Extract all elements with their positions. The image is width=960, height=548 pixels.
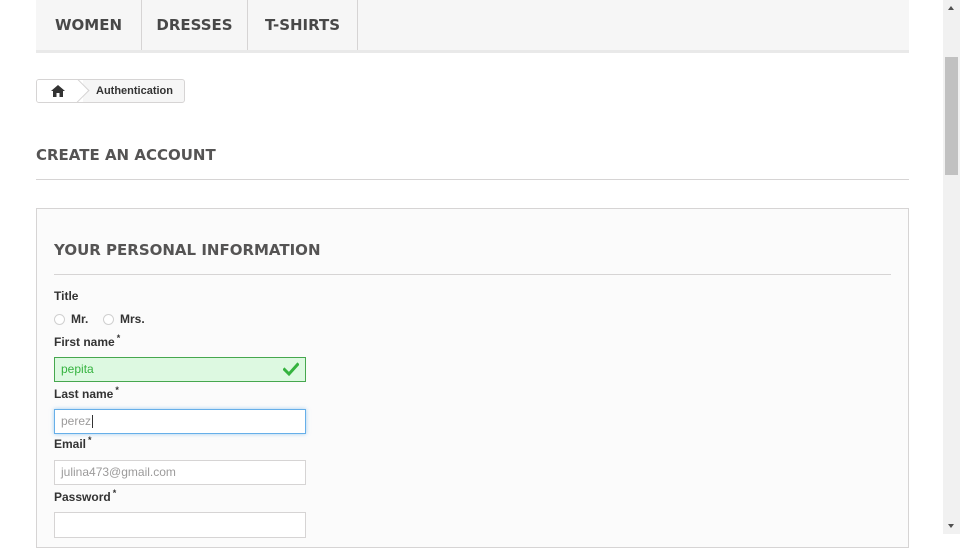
section-title: YOUR PERSONAL INFORMATION: [54, 241, 321, 259]
heading-divider: [36, 179, 909, 180]
scroll-thumb[interactable]: [945, 57, 958, 175]
breadcrumb-current: Authentication: [96, 85, 173, 97]
check-icon: [283, 362, 299, 377]
home-icon: [51, 85, 65, 97]
required-marker: *: [115, 385, 119, 395]
last-name-label: Last name *: [54, 385, 119, 401]
last-name-input[interactable]: perez: [54, 409, 306, 434]
first-name-input[interactable]: pepita: [54, 357, 306, 382]
email-label-text: Email: [54, 437, 87, 451]
section-divider: [54, 274, 891, 275]
scroll-up-arrow-icon[interactable]: [943, 0, 960, 17]
email-input[interactable]: julina473@gmail.com: [54, 460, 306, 485]
personal-info-form: YOUR PERSONAL INFORMATION Title Mr. Mrs.…: [36, 208, 909, 548]
required-marker: *: [116, 333, 121, 343]
first-name-value: pepita: [61, 362, 94, 376]
password-input[interactable]: [54, 512, 306, 538]
nav-women[interactable]: WOMEN: [36, 0, 142, 50]
required-marker: *: [88, 435, 92, 445]
password-label: Password *: [54, 488, 117, 504]
nav-tshirts[interactable]: T-SHIRTS: [248, 0, 358, 50]
required-marker: *: [112, 488, 117, 498]
top-nav: WOMEN DRESSES T-SHIRTS: [36, 0, 909, 53]
scrollbar[interactable]: [943, 0, 960, 534]
title-mrs-radio[interactable]: [103, 314, 114, 325]
last-name-label-text: Last name: [54, 387, 114, 401]
first-name-label-text: First name: [54, 335, 115, 349]
title-mr-label[interactable]: Mr.: [71, 312, 88, 326]
page-title: CREATE AN ACCOUNT: [36, 146, 216, 164]
email-label: Email *: [54, 435, 92, 451]
first-name-label: First name *: [54, 333, 121, 349]
title-label: Title: [54, 289, 79, 303]
title-mr-radio[interactable]: [54, 314, 65, 325]
scroll-down-arrow-icon[interactable]: [943, 517, 960, 534]
breadcrumb: Authentication: [36, 79, 185, 103]
password-label-text: Password: [54, 490, 111, 504]
nav-dresses[interactable]: DRESSES: [142, 0, 248, 50]
title-mrs-label[interactable]: Mrs.: [120, 312, 145, 326]
last-name-value: perez: [61, 414, 92, 428]
text-caret: [92, 415, 94, 429]
email-value: julina473@gmail.com: [61, 465, 176, 479]
